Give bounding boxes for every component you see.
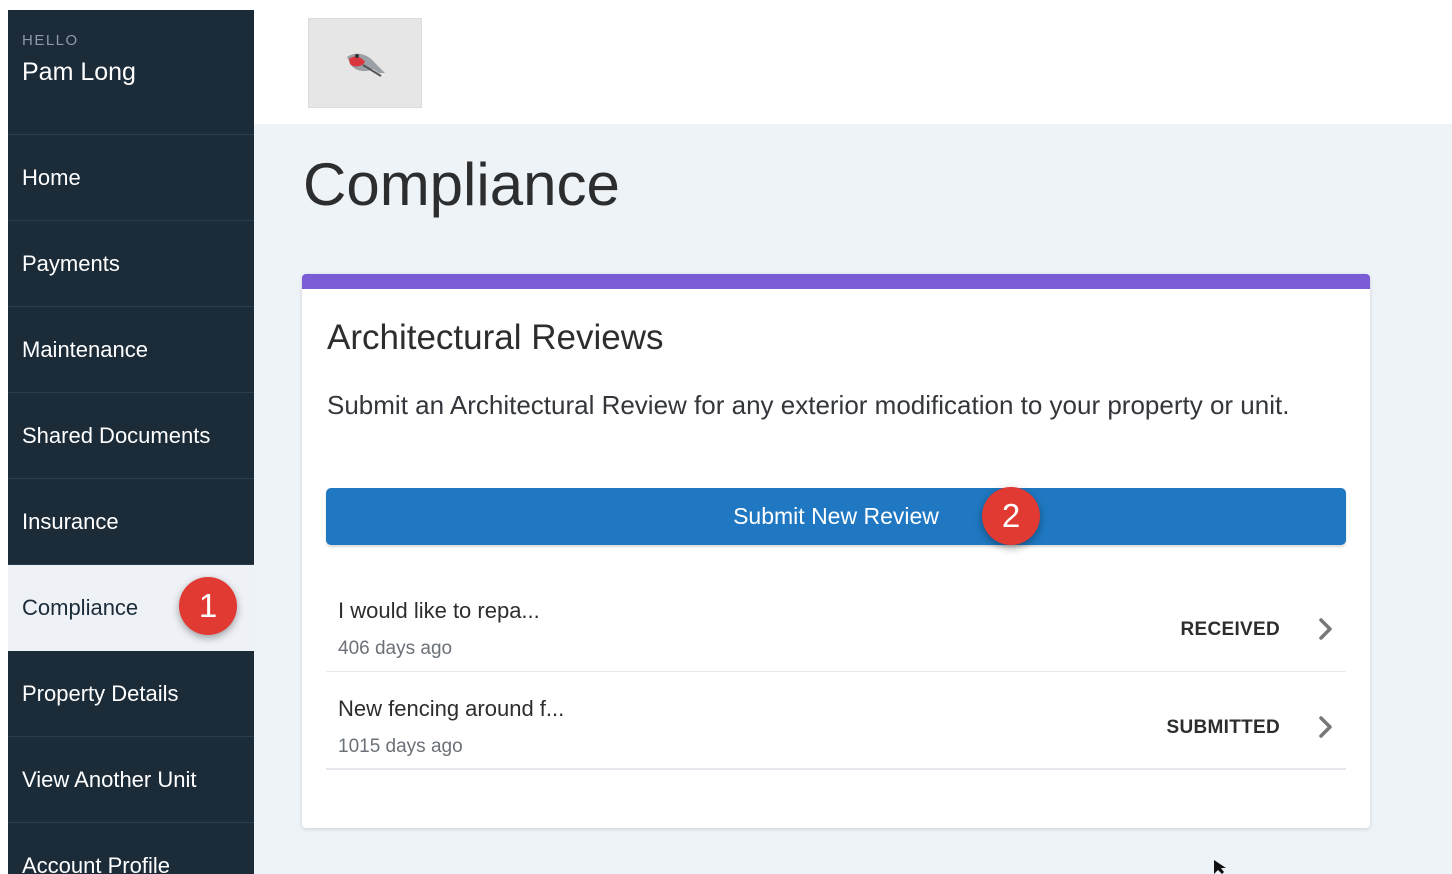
user-greeting: HELLO Pam Long: [8, 10, 254, 135]
chevron-right-icon: [1319, 716, 1332, 738]
review-title: I would like to repa...: [338, 598, 540, 623]
sidebar-item-property-details[interactable]: Property Details: [8, 651, 254, 737]
annotation-marker-2: 2: [982, 487, 1040, 545]
sidebar-item-account-profile[interactable]: Account Profile: [8, 823, 254, 874]
greeting-label: HELLO: [22, 32, 79, 49]
review-title: New fencing around f...: [338, 696, 565, 721]
sidebar-item-shared-documents[interactable]: Shared Documents: [8, 393, 254, 479]
card-description: Submit an Architectural Review for any e…: [327, 390, 1290, 420]
review-list-item[interactable]: New fencing around f... 1015 days ago SU…: [326, 672, 1346, 770]
card-title: Architectural Reviews: [327, 318, 664, 357]
annotation-marker-1: 1: [179, 577, 237, 635]
review-list-item[interactable]: I would like to repa... 406 days ago REC…: [326, 574, 1346, 672]
sidebar-item-maintenance[interactable]: Maintenance: [8, 307, 254, 393]
status-badge: SUBMITTED: [1166, 717, 1280, 738]
architectural-reviews-card: Architectural Reviews Submit an Architec…: [302, 274, 1370, 828]
sidebar-item-insurance[interactable]: Insurance: [8, 479, 254, 565]
page-title: Compliance: [303, 151, 620, 218]
chevron-right-icon: [1319, 618, 1332, 640]
submit-new-review-button[interactable]: Submit New Review: [326, 488, 1346, 545]
card-accent-bar: [302, 274, 1370, 289]
sidebar: HELLO Pam Long Home Payments Maintenance…: [8, 10, 254, 874]
review-list: I would like to repa... 406 days ago REC…: [326, 574, 1346, 770]
bird-logo-icon: [347, 53, 385, 77]
user-name: Pam Long: [22, 58, 136, 86]
mouse-cursor-icon: [1214, 860, 1226, 874]
review-age: 406 days ago: [338, 638, 453, 659]
review-age: 1015 days ago: [338, 736, 463, 757]
sidebar-item-view-another-unit[interactable]: View Another Unit: [8, 737, 254, 823]
status-badge: RECEIVED: [1180, 619, 1280, 640]
association-logo[interactable]: [308, 18, 422, 108]
sidebar-item-payments[interactable]: Payments: [8, 221, 254, 307]
sidebar-item-home[interactable]: Home: [8, 135, 254, 221]
